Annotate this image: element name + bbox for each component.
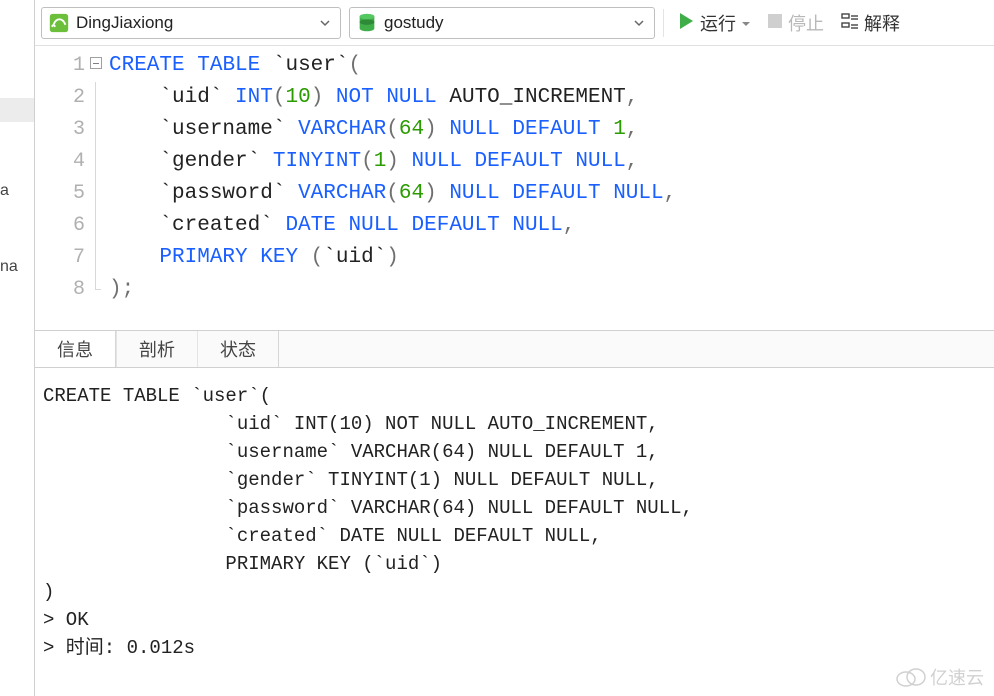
database-icon bbox=[356, 12, 378, 34]
connection-label: DingJiaxiong bbox=[72, 13, 316, 33]
connection-selector[interactable]: DingJiaxiong bbox=[41, 7, 341, 39]
editor-gutter: 1 2 3 4 5 6 7 8 bbox=[35, 46, 101, 330]
explain-label: 解释 bbox=[864, 10, 900, 36]
stop-button: 停止 bbox=[762, 7, 828, 39]
sql-editor[interactable]: 1 2 3 4 5 6 7 8 CREATE TABLE `user`( `ui… bbox=[35, 46, 994, 330]
tab-profile[interactable]: 剖析 bbox=[116, 331, 197, 367]
database-selector[interactable]: gostudy bbox=[349, 7, 655, 39]
result-tabs: 信息 剖析 状态 bbox=[35, 330, 994, 368]
left-fragment-a: a bbox=[0, 182, 9, 200]
explain-button[interactable]: 解释 bbox=[836, 7, 904, 39]
line-number: 6 bbox=[35, 210, 101, 242]
toolbar: DingJiaxiong gostudy bbox=[35, 0, 994, 46]
explain-icon bbox=[840, 11, 860, 34]
tab-info[interactable]: 信息 bbox=[35, 331, 116, 367]
line-number: 4 bbox=[35, 146, 101, 178]
database-label: gostudy bbox=[380, 13, 630, 33]
code-area[interactable]: CREATE TABLE `user`( `uid` INT(10) NOT N… bbox=[101, 46, 994, 330]
main-pane: DingJiaxiong gostudy bbox=[34, 0, 994, 696]
line-number: 8 bbox=[35, 274, 101, 306]
line-number: 3 bbox=[35, 114, 101, 146]
run-button[interactable]: 运行 bbox=[672, 7, 754, 39]
stop-icon bbox=[766, 12, 784, 33]
dropdown-icon[interactable] bbox=[742, 15, 750, 31]
line-number: 5 bbox=[35, 178, 101, 210]
chevron-down-icon bbox=[316, 17, 334, 29]
line-number: 7 bbox=[35, 242, 101, 274]
toolbar-separator bbox=[663, 9, 664, 37]
line-number: 2 bbox=[35, 82, 101, 114]
left-fragment-na: na bbox=[0, 258, 18, 276]
chevron-down-icon bbox=[630, 17, 648, 29]
fold-toggle-icon[interactable] bbox=[90, 57, 102, 69]
output-panel: CREATE TABLE `user`( `uid` INT(10) NOT N… bbox=[35, 368, 994, 670]
watermark: 亿速云 bbox=[896, 664, 984, 690]
connection-icon bbox=[48, 12, 70, 34]
stop-label: 停止 bbox=[788, 10, 824, 36]
tab-status[interactable]: 状态 bbox=[197, 331, 279, 367]
line-number: 1 bbox=[35, 50, 101, 82]
left-cropped-pane: a na bbox=[0, 0, 34, 696]
play-icon bbox=[676, 11, 696, 34]
run-label: 运行 bbox=[700, 10, 736, 36]
